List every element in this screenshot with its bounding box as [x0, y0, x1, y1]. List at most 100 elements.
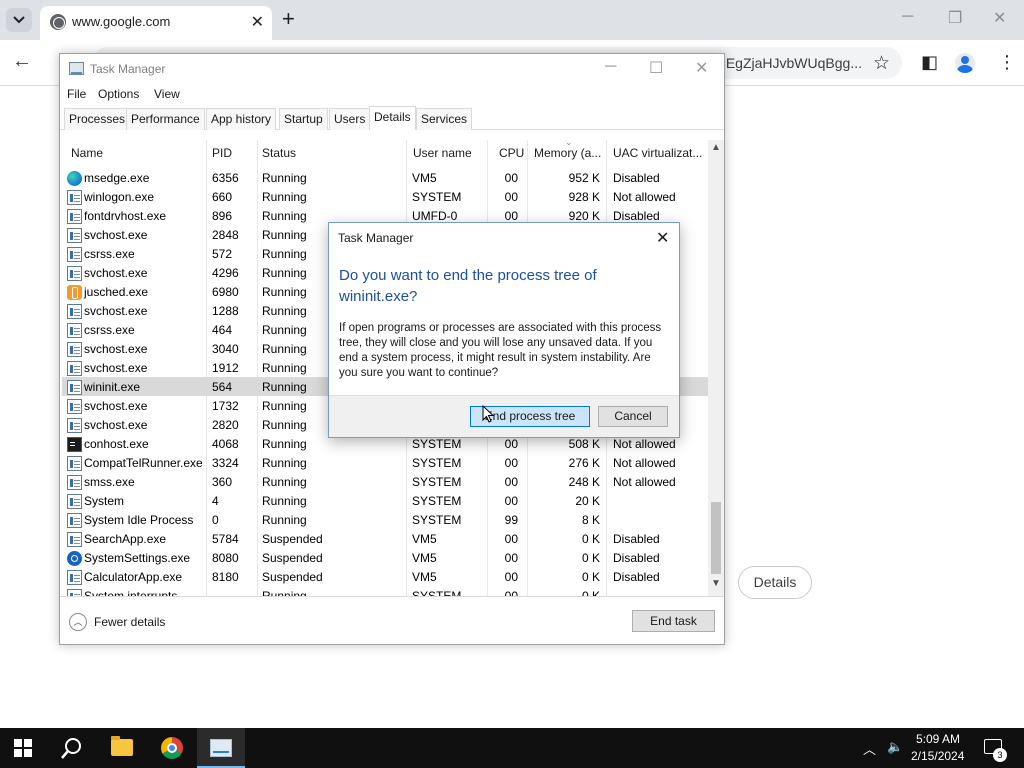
process-icon — [67, 589, 82, 596]
process-pid: 2848 — [212, 228, 239, 242]
process-status: Suspended — [262, 532, 323, 546]
scroll-down-arrow-icon[interactable]: ▼ — [711, 578, 721, 589]
table-row[interactable]: System interrupts - Running SYSTEM 00 0 K — [62, 586, 708, 596]
column-header-name[interactable]: Name — [71, 146, 103, 160]
tab-search-button[interactable] — [6, 8, 32, 32]
search-icon[interactable] — [60, 736, 84, 760]
process-user: SYSTEM — [412, 513, 462, 527]
process-pid: 4 — [212, 494, 219, 508]
browser-tab-strip: www.google.com ✕ + ─ ❐ ✕ — [0, 0, 1024, 40]
close-tab-icon[interactable]: ✕ — [251, 12, 264, 32]
process-name: conhost.exe — [84, 437, 149, 451]
clock-time[interactable]: 5:09 AM — [916, 732, 960, 746]
chevron-up-icon[interactable]: ︿ — [863, 739, 876, 758]
process-name: svchost.exe — [84, 266, 148, 280]
process-memory: 920 K — [568, 209, 600, 223]
process-name: wininit.exe — [84, 380, 141, 394]
menu-file[interactable]: File — [67, 87, 86, 101]
task-manager-taskbar-button[interactable] — [197, 728, 245, 768]
minimize-icon[interactable]: ─ — [902, 8, 913, 26]
menu-options[interactable]: Options — [98, 87, 139, 101]
chrome-taskbar-button[interactable] — [148, 728, 196, 768]
process-name: svchost.exe — [84, 228, 148, 242]
table-row[interactable]: SearchApp.exe 5784 Suspended VM5 00 0 K Disabl… — [62, 529, 708, 548]
scroll-up-arrow-icon[interactable]: ▲ — [711, 142, 721, 153]
process-memory: 952 K — [568, 171, 600, 185]
end-task-button[interactable]: End task — [632, 610, 715, 632]
cancel-button[interactable]: Cancel — [598, 406, 668, 427]
speaker-muted-icon[interactable]: 🔈 — [887, 739, 903, 755]
table-row[interactable]: System 4 Running SYSTEM 00 20 K — [62, 491, 708, 510]
minimize-icon[interactable]: ─ — [605, 58, 616, 76]
process-status: Suspended — [262, 570, 323, 584]
tab-performance[interactable]: Performance — [126, 108, 205, 130]
fewer-details-link[interactable]: Fewer details — [94, 615, 165, 629]
process-user: SYSTEM — [412, 589, 462, 596]
tab-details[interactable]: Details — [369, 106, 416, 130]
process-cpu: 00 — [504, 532, 518, 546]
new-tab-button[interactable]: + — [282, 6, 295, 32]
profile-avatar-icon[interactable] — [955, 53, 975, 73]
tab-users[interactable]: Users — [329, 108, 371, 130]
tab-processes[interactable]: Processes — [64, 108, 131, 130]
table-row[interactable]: smss.exe 360 Running SYSTEM 00 248 K Not allow… — [62, 472, 708, 491]
chevron-up-circle-icon[interactable]: ︿ — [69, 613, 87, 631]
process-memory: 248 K — [568, 475, 600, 489]
vertical-scrollbar[interactable]: ▲ ▼ — [708, 140, 724, 596]
process-cpu: 00 — [504, 190, 518, 204]
process-name: smss.exe — [84, 475, 135, 489]
bookmark-star-icon[interactable]: ☆ — [873, 52, 890, 75]
process-status: Running — [262, 513, 307, 527]
process-pid: 0 — [212, 513, 219, 527]
side-panel-icon[interactable]: ◧ — [921, 52, 938, 73]
close-icon[interactable]: ✕ — [695, 58, 708, 78]
browser-tab[interactable]: www.google.com ✕ — [40, 6, 272, 40]
column-header-user-name[interactable]: User name — [413, 146, 472, 160]
table-row[interactable]: SystemSettings.exe 8080 Suspended VM5 00 0 K D… — [62, 548, 708, 567]
tab-app-history[interactable]: App history — [206, 108, 277, 130]
table-row[interactable]: msedge.exe 6356 Running VM5 00 952 K Disabled — [62, 168, 708, 187]
details-button[interactable]: Details — [738, 566, 812, 599]
close-icon[interactable]: ✕ — [656, 228, 669, 248]
process-memory: 20 K — [575, 494, 600, 508]
table-row[interactable]: CalculatorApp.exe 8180 Suspended VM5 00 0 K Di… — [62, 567, 708, 586]
windows-start-icon[interactable] — [14, 739, 32, 757]
process-status: Running — [262, 418, 307, 432]
process-user: SYSTEM — [412, 475, 462, 489]
column-header-uac[interactable]: UAC virtualizat... — [613, 146, 702, 160]
clock-date[interactable]: 2/15/2024 — [911, 749, 964, 763]
process-name: System interrupts — [84, 589, 178, 596]
column-header-pid[interactable]: PID — [212, 146, 232, 160]
column-header-status[interactable]: Status — [262, 146, 296, 160]
table-row[interactable]: winlogon.exe 660 Running SYSTEM 00 928 K Not a… — [62, 187, 708, 206]
process-status: Running — [262, 190, 307, 204]
restore-icon[interactable]: ❐ — [948, 8, 962, 28]
column-header-cpu[interactable]: CPU — [499, 146, 524, 160]
scrollbar-thumb[interactable] — [711, 502, 721, 574]
kebab-menu-icon[interactable]: ⋮ — [998, 52, 1016, 73]
maximize-icon[interactable]: ☐ — [649, 58, 663, 78]
process-pid: 572 — [212, 247, 233, 261]
process-icon — [67, 532, 82, 547]
process-cpu: 00 — [504, 494, 518, 508]
column-header-memory[interactable]: Memory (a... — [534, 146, 601, 160]
tab-startup[interactable]: Startup — [279, 108, 328, 130]
file-explorer-taskbar-button[interactable] — [98, 728, 146, 768]
table-row[interactable]: CompatTelRunner.exe 3324 Running SYSTEM 00 27… — [62, 453, 708, 472]
close-window-icon[interactable]: ✕ — [993, 8, 1006, 28]
process-name: System Idle Process — [84, 513, 194, 527]
back-arrow-icon[interactable]: ← — [12, 50, 32, 73]
tab-services[interactable]: Services — [416, 108, 473, 130]
address-text[interactable]: =EgZjaHJvbWUqBgg... — [718, 55, 862, 71]
table-row[interactable]: System Idle Process 0 Running SYSTEM 99 8 K — [62, 510, 708, 529]
process-name: svchost.exe — [84, 361, 148, 375]
task-manager-icon — [210, 739, 232, 757]
task-manager-titlebar[interactable]: Task Manager ─ ☐ ✕ — [60, 54, 724, 84]
process-icon — [67, 190, 82, 205]
dialog-message: If open programs or processes are associ… — [339, 322, 662, 379]
process-pid: 3324 — [212, 456, 239, 470]
process-pid: 8180 — [212, 570, 239, 584]
gear-icon — [67, 551, 82, 566]
menu-view[interactable]: View — [154, 87, 180, 101]
process-pid: 1288 — [212, 304, 239, 318]
